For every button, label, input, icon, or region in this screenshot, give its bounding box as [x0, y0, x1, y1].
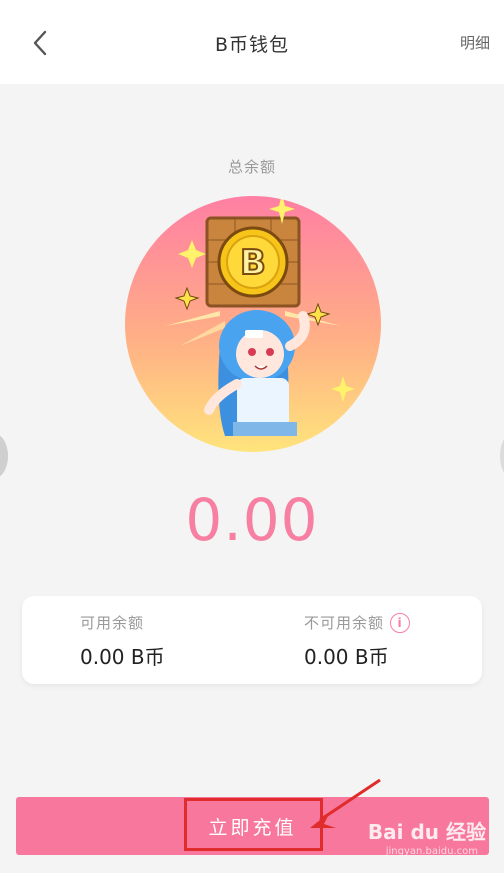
- coin-b-icon: B: [217, 226, 289, 298]
- total-balance-label: 总余额: [227, 158, 276, 176]
- left-edge-handle: [0, 434, 8, 478]
- unavailable-balance: 不可用余额 i 0.00 B币: [304, 612, 411, 670]
- balance-illustration: B: [125, 196, 381, 452]
- total-balance-amount: 0.00: [185, 486, 319, 554]
- unavailable-balance-label: 不可用余额: [304, 614, 385, 632]
- mascot-illustration: B: [165, 196, 355, 436]
- watermark-sub: jingyan.baidu.com: [385, 846, 478, 857]
- available-balance-value: 0.00 B币: [80, 645, 165, 669]
- unavailable-balance-value: 0.00 B币: [304, 645, 389, 669]
- svg-text:B: B: [240, 243, 266, 283]
- available-balance-label: 可用余额: [80, 614, 145, 632]
- right-edge-handle: [500, 434, 504, 478]
- balance-card: 可用余额 0.00 B币 不可用余额 i 0.00 B币: [22, 596, 482, 684]
- available-balance: 可用余额 0.00 B币: [80, 612, 165, 670]
- detail-link[interactable]: 明细: [460, 32, 490, 53]
- watermark-brand: Bai du 经验: [367, 820, 486, 844]
- page-title: B币钱包: [214, 34, 290, 56]
- top-bar: B币钱包 明细: [0, 0, 504, 84]
- info-icon[interactable]: i: [390, 612, 411, 633]
